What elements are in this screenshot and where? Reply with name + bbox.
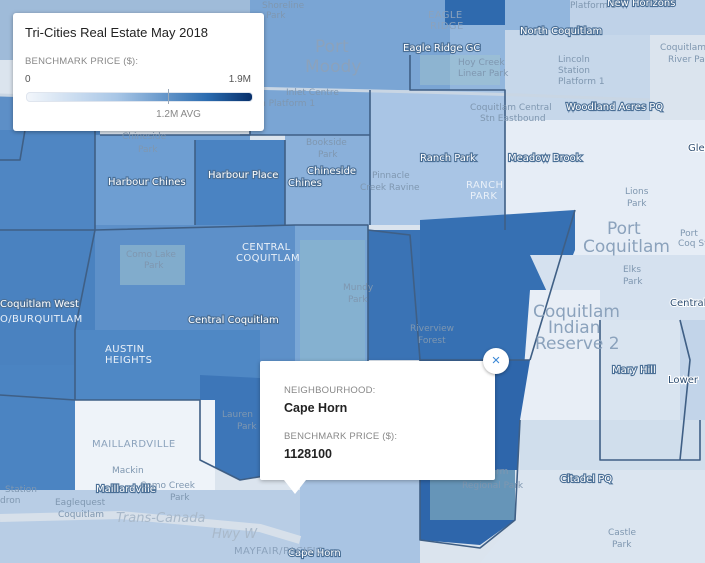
label-austin-heights-2: HEIGHTS [105, 355, 152, 366]
popup-pointer [284, 480, 306, 494]
label-ranch-park-area-2: PARK [470, 191, 497, 202]
label-central-coquitlam: Central Coquitlam [188, 315, 279, 326]
label-chineside-top: Chineside [122, 132, 167, 142]
label-riverview: Riverview [410, 324, 454, 334]
label-lions: Lions [625, 187, 649, 197]
label-como-creek-park: Park [170, 493, 190, 503]
label-creek-ravine: Creek Ravine [360, 183, 420, 193]
label-maillardville-area: MAILLARDVILLE [92, 439, 176, 450]
label-port-coquitlam: Coquitlam [583, 237, 670, 257]
neighbourhood-popup: NEIGHBOURHOOD: Cape Horn BENCHMARK PRICE… [260, 361, 495, 480]
map-legend: Tri-Cities Real Estate May 2018 BENCHMAR… [13, 13, 264, 131]
label-eagle-ridge-area-2: RIDGE [430, 21, 464, 32]
label-central: Central [670, 298, 705, 309]
label-lincoln: Lincoln [558, 55, 590, 65]
label-reserve-2: Reserve 2 [535, 334, 620, 354]
label-mackin: Mackin [112, 466, 144, 476]
label-central-coquitlam-area-2: COQUITLAM [236, 253, 300, 264]
label-castle: Castle [608, 528, 637, 538]
label-burquitlam: O/BURQUITLAM [0, 314, 83, 325]
popup-price-value: 1128100 [284, 447, 332, 461]
label-como-lake-park: Park [144, 261, 164, 271]
legend-min-label: 0 [25, 74, 31, 85]
label-central-coquitlam-area: CENTRAL [242, 242, 291, 253]
label-linear-park: Linear Park [458, 69, 509, 79]
neighbourhood-harbour-place[interactable] [195, 140, 290, 225]
popup-price-label: BENCHMARK PRICE ($): [284, 431, 398, 442]
label-platform3: Platform 3 [570, 1, 617, 11]
label-mundy: Mundy [343, 283, 374, 293]
label-port-moody-1: Port [315, 37, 349, 57]
label-woodland-acres: Woodland Acres PQ [566, 102, 663, 113]
label-eagle-ridge-area: EAGLE [428, 10, 463, 21]
label-port-coq-stn: Coq Stn [678, 239, 705, 249]
label-mary-hill: Mary Hill [612, 365, 656, 376]
label-chineside: Chineside [307, 166, 356, 177]
label-regional-park: Regional Park [462, 481, 524, 491]
label-river-park: River Park [668, 55, 705, 65]
label-coquitlam-west: Coquitlam West [0, 299, 79, 310]
label-lions-park: Park [627, 199, 647, 209]
label-shoreline: Shoreline [262, 1, 305, 11]
label-inlet-centre: Inlet Centre [286, 88, 339, 98]
neighbourhood-west-coquitlam[interactable] [0, 365, 75, 490]
label-harbour-place: Harbour Place [208, 170, 278, 181]
label-trans-canada: Trans-Canada [116, 511, 205, 526]
label-coquitlam-river: Coquitlam [660, 43, 705, 53]
label-ranch-park-area: RANCH [466, 180, 503, 191]
label-hoy-creek: Hoy Creek [458, 58, 505, 68]
label-citadel-pq: Citadel PQ [560, 474, 612, 485]
label-ranch-park: Ranch Park [420, 153, 476, 164]
park-mundy [300, 240, 365, 370]
label-mayfair: MAYFAIR/PACIFIC [234, 546, 323, 557]
label-como-creek: Como Creek [140, 481, 196, 491]
neighbourhood-harbour-chines[interactable] [0, 130, 100, 230]
neighbourhood-riverview[interactable] [368, 230, 420, 360]
label-shoreline-park: Park [266, 11, 286, 21]
label-castle-park: Park [612, 540, 632, 550]
label-eaglequest-coq: Coquitlam [58, 510, 104, 520]
popup-neighbourhood-value: Cape Horn [284, 401, 348, 415]
label-forest: Forest [418, 336, 446, 346]
label-elks-park: Park [623, 277, 643, 287]
label-coquitlam-central: Coquitlam Central [470, 103, 552, 113]
label-eagle-ridge-gc: Eagle Ridge GC [403, 43, 480, 54]
label-como-lake: Como Lake [126, 250, 176, 260]
label-harbour-chines: Harbour Chines [108, 177, 186, 188]
label-bookside-park: Park [318, 150, 338, 160]
label-chines: Chines [288, 178, 322, 189]
legend-color-ramp [26, 92, 253, 102]
label-chineside-top-park: Park [138, 145, 158, 155]
label-stn-eastbound: Stn Eastbound [480, 114, 546, 124]
label-lower: Lower [668, 375, 699, 386]
label-eaglequest: Eaglequest [55, 498, 106, 508]
label-lincoln-platform: Platform 1 [558, 77, 605, 87]
legend-max-label: 1.9M [228, 74, 251, 85]
label-lauren: Lauren [222, 410, 253, 420]
label-dron: dron [0, 496, 20, 506]
label-mundy-park: Park [348, 295, 368, 305]
label-glen: Glen [688, 143, 705, 154]
label-port-moody: Moody [305, 57, 361, 77]
label-austin-heights: AUSTIN [105, 344, 144, 355]
popup-neighbourhood-label: NEIGHBOURHOOD: [284, 385, 376, 396]
label-bookside: Bookside [306, 138, 347, 148]
label-lauren-park: Park [237, 422, 257, 432]
label-elks: Elks [623, 265, 641, 275]
label-hwy: Hwy W [212, 527, 258, 542]
legend-avg-label: 1.2M AVG [156, 109, 201, 120]
legend-title: Tri-Cities Real Estate May 2018 [25, 25, 209, 40]
label-north-coquitlam: North Coquitlam [520, 26, 602, 37]
label-meadow-brook: Meadow Brook [508, 153, 582, 164]
label-station: Station [5, 485, 37, 495]
label-pinnacle: Pinnacle [372, 171, 410, 181]
legend-avg-tick [168, 89, 170, 104]
close-icon[interactable]: × [483, 348, 509, 374]
label-port-coq-1: Port [607, 219, 641, 239]
label-lincoln-station: Station [558, 66, 590, 76]
label-port-coq-stn-1: Port [680, 229, 698, 239]
label-new-horizons: New Horizons [607, 0, 675, 9]
legend-subtitle: BENCHMARK PRICE ($): [25, 56, 139, 67]
